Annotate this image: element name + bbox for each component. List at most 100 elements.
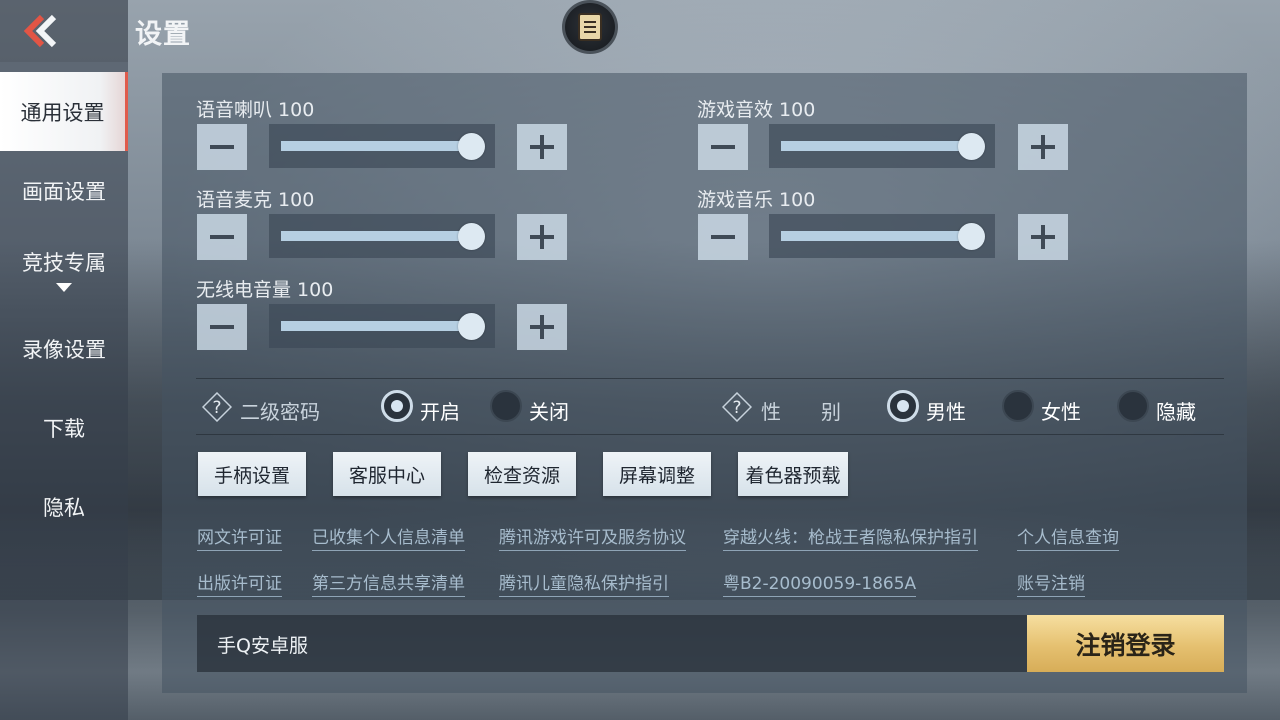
scroll-notice-icon — [578, 13, 602, 41]
link-collected-info-list[interactable]: 已收集个人信息清单 — [312, 523, 465, 551]
secondary-password-on-radio[interactable] — [381, 390, 413, 422]
plus-icon — [530, 315, 554, 339]
voice-speaker-label: 语音喇叭 100 — [196, 95, 314, 122]
link-network-culture-license[interactable]: 网文许可证 — [197, 523, 282, 551]
plus-icon — [1031, 135, 1055, 159]
plus-icon — [530, 225, 554, 249]
slider-knob[interactable] — [458, 223, 485, 250]
double-chevron-left-icon — [23, 14, 57, 48]
secondary-password-off-radio[interactable] — [490, 390, 522, 422]
shader-preload-button[interactable]: 着色器预载 — [738, 452, 848, 496]
gender-hidden-radio[interactable] — [1117, 390, 1149, 422]
gender-male-radio[interactable] — [887, 390, 919, 422]
minus-icon — [210, 145, 234, 149]
sidebar-item-recording[interactable]: 录像设置 — [0, 309, 128, 388]
game-sfx-label: 游戏音效 100 — [697, 95, 815, 122]
radio-volume-value: 100 — [297, 279, 334, 301]
sidebar-item-general[interactable]: 通用设置 — [0, 72, 128, 151]
settings-panel: 语音喇叭 100 游戏音效 100 语音麦克 100 游戏音乐 100 无线电音量 100 — [162, 73, 1247, 693]
voice-speaker-slider[interactable] — [269, 124, 495, 168]
link-tencent-game-license[interactable]: 腾讯游戏许可及服务协议 — [499, 523, 686, 551]
link-account-deletion[interactable]: 账号注销 — [1017, 569, 1085, 597]
back-button[interactable] — [0, 0, 128, 62]
sidebar-item-label: 下载 — [43, 416, 85, 441]
secondary-password-on-label[interactable]: 开启 — [420, 396, 460, 425]
logout-button[interactable]: 注销登录 — [1027, 615, 1224, 672]
sidebar-item-competitive[interactable]: 竞技专属 — [0, 230, 128, 309]
minus-icon — [711, 235, 735, 239]
minus-icon — [711, 145, 735, 149]
sidebar-item-privacy[interactable]: 隐私 — [0, 467, 128, 546]
gender-female-label[interactable]: 女性 — [1041, 396, 1081, 425]
link-children-privacy-guide[interactable]: 腾讯儿童隐私保护指引 — [499, 569, 669, 597]
voice-speaker-decrease-button[interactable] — [197, 124, 247, 170]
slider-knob[interactable] — [458, 133, 485, 160]
game-music-increase-button[interactable] — [1018, 214, 1068, 260]
slider-knob[interactable] — [958, 223, 985, 250]
sidebar-item-label: 画面设置 — [22, 179, 106, 204]
account-bar: 手Q安卓服 注销登录 — [197, 615, 1224, 672]
game-sfx-slider[interactable] — [769, 124, 995, 168]
radio-volume-decrease-button[interactable] — [197, 304, 247, 350]
link-icp-record[interactable]: 粤B2-20090059-1865A — [723, 569, 917, 597]
voice-mic-name: 语音麦克 — [196, 189, 273, 211]
voice-speaker-increase-button[interactable] — [517, 124, 567, 170]
slider-fill — [281, 141, 471, 151]
sidebar-item-label: 竞技专属 — [22, 251, 106, 275]
gender-female-radio[interactable] — [1002, 390, 1034, 422]
slider-fill — [281, 321, 471, 331]
game-music-value: 100 — [779, 189, 816, 211]
voice-speaker-value: 100 — [278, 99, 315, 121]
link-publishing-license[interactable]: 出版许可证 — [197, 569, 282, 597]
game-sfx-value: 100 — [779, 99, 816, 121]
radio-volume-name: 无线电音量 — [196, 279, 292, 301]
voice-mic-value: 100 — [278, 189, 315, 211]
link-personal-info-query[interactable]: 个人信息查询 — [1017, 523, 1119, 551]
game-sfx-name: 游戏音效 — [697, 99, 774, 121]
svg-text:?: ? — [212, 398, 221, 418]
slider-fill — [781, 231, 971, 241]
game-sfx-decrease-button[interactable] — [698, 124, 748, 170]
help-icon[interactable]: ? — [722, 392, 752, 422]
help-icon[interactable]: ? — [202, 392, 232, 422]
voice-mic-label: 语音麦克 100 — [196, 185, 314, 212]
secondary-password-off-label[interactable]: 关闭 — [529, 396, 569, 425]
plus-icon — [530, 135, 554, 159]
slider-knob[interactable] — [958, 133, 985, 160]
radio-volume-label: 无线电音量 100 — [196, 275, 333, 302]
game-music-slider[interactable] — [769, 214, 995, 258]
sidebar-item-label: 通用设置 — [20, 100, 105, 125]
slider-fill — [281, 231, 471, 241]
voice-speaker-name: 语音喇叭 — [196, 99, 273, 121]
account-server-label: 手Q安卓服 — [217, 635, 308, 657]
svg-text:?: ? — [732, 398, 741, 418]
game-music-decrease-button[interactable] — [698, 214, 748, 260]
secondary-password-label: 二级密码 — [240, 400, 320, 424]
radio-volume-slider[interactable] — [269, 304, 495, 348]
radio-volume-increase-button[interactable] — [517, 304, 567, 350]
settings-sidebar: 通用设置 画面设置 竞技专属 录像设置 下载 隐私 — [0, 62, 128, 720]
minus-icon — [210, 235, 234, 239]
plus-icon — [1031, 225, 1055, 249]
sidebar-item-graphics[interactable]: 画面设置 — [0, 151, 128, 230]
gender-hidden-label[interactable]: 隐藏 — [1156, 396, 1196, 425]
gender-label: 性 别 — [761, 400, 841, 424]
link-privacy-guide[interactable]: 穿越火线：枪战王者隐私保护指引 — [723, 523, 978, 551]
notice-button[interactable] — [562, 0, 618, 54]
game-music-name: 游戏音乐 — [697, 189, 774, 211]
dropdown-triangle-icon — [56, 283, 72, 292]
check-resources-button[interactable]: 检查资源 — [468, 452, 576, 496]
voice-mic-increase-button[interactable] — [517, 214, 567, 260]
voice-mic-decrease-button[interactable] — [197, 214, 247, 260]
page-title: 设置 — [135, 19, 191, 50]
screen-adjust-button[interactable]: 屏幕调整 — [603, 452, 711, 496]
link-third-party-sharing-list[interactable]: 第三方信息共享清单 — [312, 569, 465, 597]
voice-mic-slider[interactable] — [269, 214, 495, 258]
gender-male-label[interactable]: 男性 — [926, 396, 966, 425]
divider — [196, 378, 1224, 379]
sidebar-item-download[interactable]: 下载 — [0, 388, 128, 467]
slider-knob[interactable] — [458, 313, 485, 340]
customer-service-button[interactable]: 客服中心 — [333, 452, 441, 496]
gamepad-settings-button[interactable]: 手柄设置 — [198, 452, 306, 496]
game-sfx-increase-button[interactable] — [1018, 124, 1068, 170]
